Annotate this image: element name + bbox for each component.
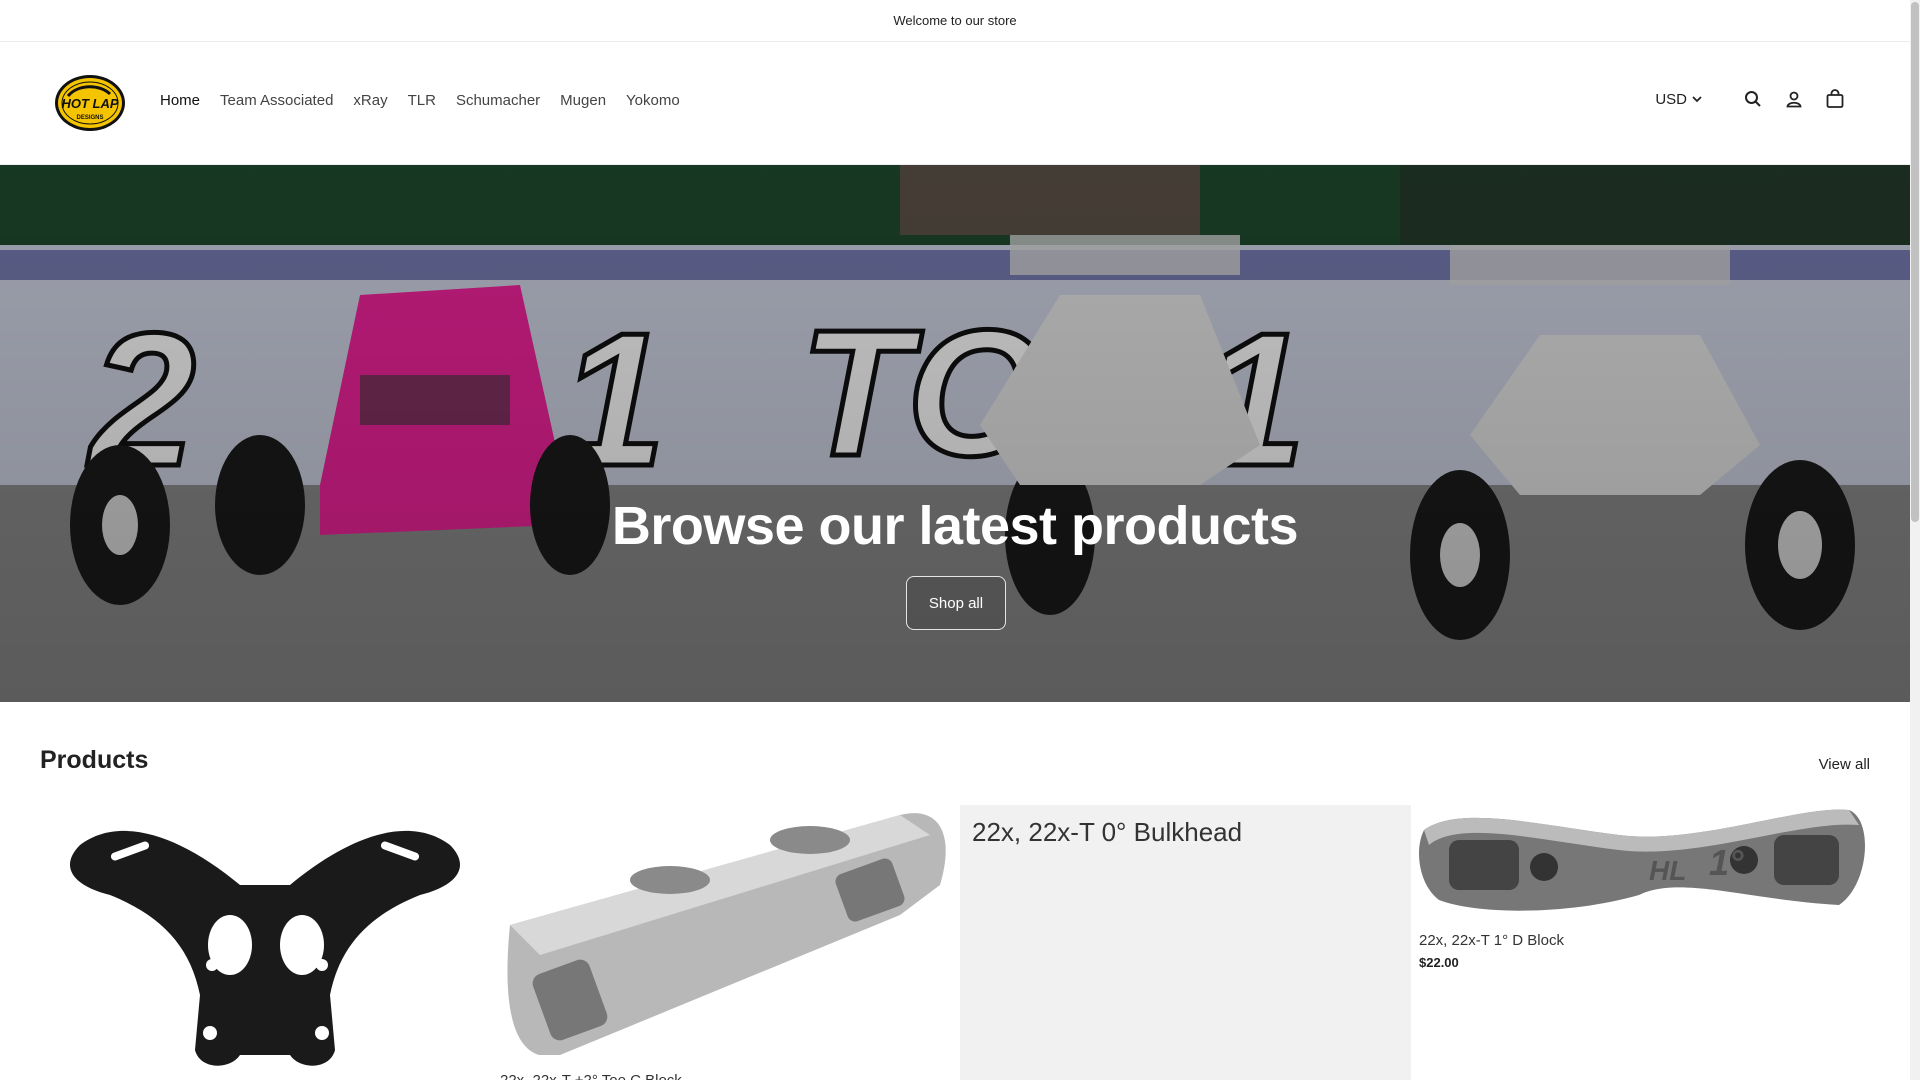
- product-title[interactable]: 22x, 22x-T +2° Toe C Block: [500, 1072, 951, 1080]
- announcement-text: Welcome to our store: [893, 13, 1017, 28]
- svg-text:HL: HL: [1649, 855, 1686, 886]
- store-logo[interactable]: HOT LAP DESIGNS: [54, 74, 126, 132]
- product-title[interactable]: 22x, 22x-T 0° Bulkhead: [972, 817, 1242, 848]
- product-card-3[interactable]: 22x, 22x-T 0° Bulkhead: [960, 805, 1411, 1080]
- cart-button[interactable]: [1824, 88, 1846, 110]
- announcement-bar: Welcome to our store: [0, 0, 1910, 42]
- nav-yokomo[interactable]: Yokomo: [626, 92, 680, 109]
- scrollbar-thumb[interactable]: [1911, 2, 1919, 522]
- svg-text:HOT LAP: HOT LAP: [61, 96, 118, 111]
- nav-schumacher[interactable]: Schumacher: [456, 92, 540, 109]
- product-card-1[interactable]: [40, 805, 491, 1080]
- products-heading: Products: [40, 746, 149, 774]
- currency-label: USD: [1655, 90, 1687, 108]
- account-icon: [1786, 91, 1802, 108]
- svg-text:1°: 1°: [1709, 842, 1744, 883]
- hero-title: Browse our latest products: [611, 496, 1299, 556]
- site-header: HOT LAP DESIGNS Home Team Associated xRa…: [0, 42, 1910, 165]
- main-nav: Home Team Associated xRay TLR Schumacher…: [160, 92, 700, 109]
- nav-mugen[interactable]: Mugen: [560, 92, 606, 109]
- product-image-shock-tower: [70, 830, 460, 1066]
- nav-xray[interactable]: xRay: [353, 92, 387, 109]
- product-card-2[interactable]: 22x, 22x-T +2° Toe C Block: [500, 805, 951, 1080]
- nav-home[interactable]: Home: [160, 92, 200, 109]
- header-actions: USD: [1655, 88, 1846, 110]
- product-price: $22.00: [1419, 955, 1459, 970]
- svg-text:DESIGNS: DESIGNS: [76, 115, 103, 121]
- nav-tlr[interactable]: TLR: [408, 92, 436, 109]
- view-all-link[interactable]: View all: [1819, 756, 1870, 773]
- account-button[interactable]: [1783, 88, 1805, 110]
- product-card-4[interactable]: HL 1° 22x, 22x-T 1° D Block $22.00: [1419, 805, 1870, 1005]
- shop-all-button[interactable]: Shop all: [906, 576, 1006, 630]
- currency-selector[interactable]: USD: [1655, 91, 1703, 108]
- product-title[interactable]: 22x, 22x-T 1° D Block: [1419, 932, 1870, 949]
- page-scrollbar[interactable]: [1910, 0, 1920, 1080]
- hero-banner: 2 1 TO 1 Browse our latest pr: [0, 165, 1910, 702]
- nav-team-associated[interactable]: Team Associated: [220, 92, 333, 109]
- product-image-d-block: HL 1°: [1419, 809, 1866, 911]
- product-image-toe-block: [507, 813, 946, 1057]
- search-button[interactable]: [1742, 88, 1764, 110]
- cart-icon: [1826, 89, 1844, 108]
- search-icon: [1745, 91, 1761, 107]
- chevron-down-icon: [1692, 96, 1702, 103]
